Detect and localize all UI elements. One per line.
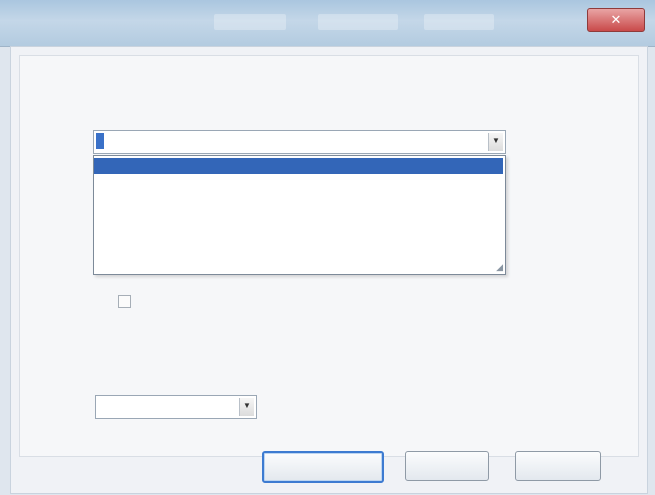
title-bar-segment [214,14,286,30]
chevron-down-icon[interactable]: ▼ [239,398,254,416]
dropdown-option[interactable] [94,158,503,174]
format-select-value [98,398,106,414]
title-bar: ✕ [0,0,655,47]
encoding-dropdown-list[interactable]: ◢ [93,155,506,275]
title-bar-segment [318,14,398,30]
resize-grip-icon[interactable]: ◢ [493,262,503,272]
encoding-select[interactable]: ▼ [93,130,506,154]
format-select[interactable]: ▼ [95,395,257,419]
title-bar-segment [424,14,494,30]
option-checkbox-row[interactable] [118,293,528,315]
encoding-select-value [96,133,104,149]
chevron-down-icon[interactable]: ▼ [488,133,503,151]
dropdown-option[interactable] [94,194,503,210]
secondary-button[interactable] [405,451,489,481]
dropdown-option[interactable] [94,212,503,228]
dropdown-option[interactable] [94,176,503,192]
primary-button[interactable] [262,451,384,483]
close-button[interactable]: ✕ [587,8,645,32]
option-checkbox[interactable] [118,295,131,308]
tertiary-button[interactable] [515,451,601,481]
dropdown-option[interactable] [94,248,503,264]
close-icon: ✕ [610,12,622,27]
dropdown-option[interactable] [94,230,503,246]
